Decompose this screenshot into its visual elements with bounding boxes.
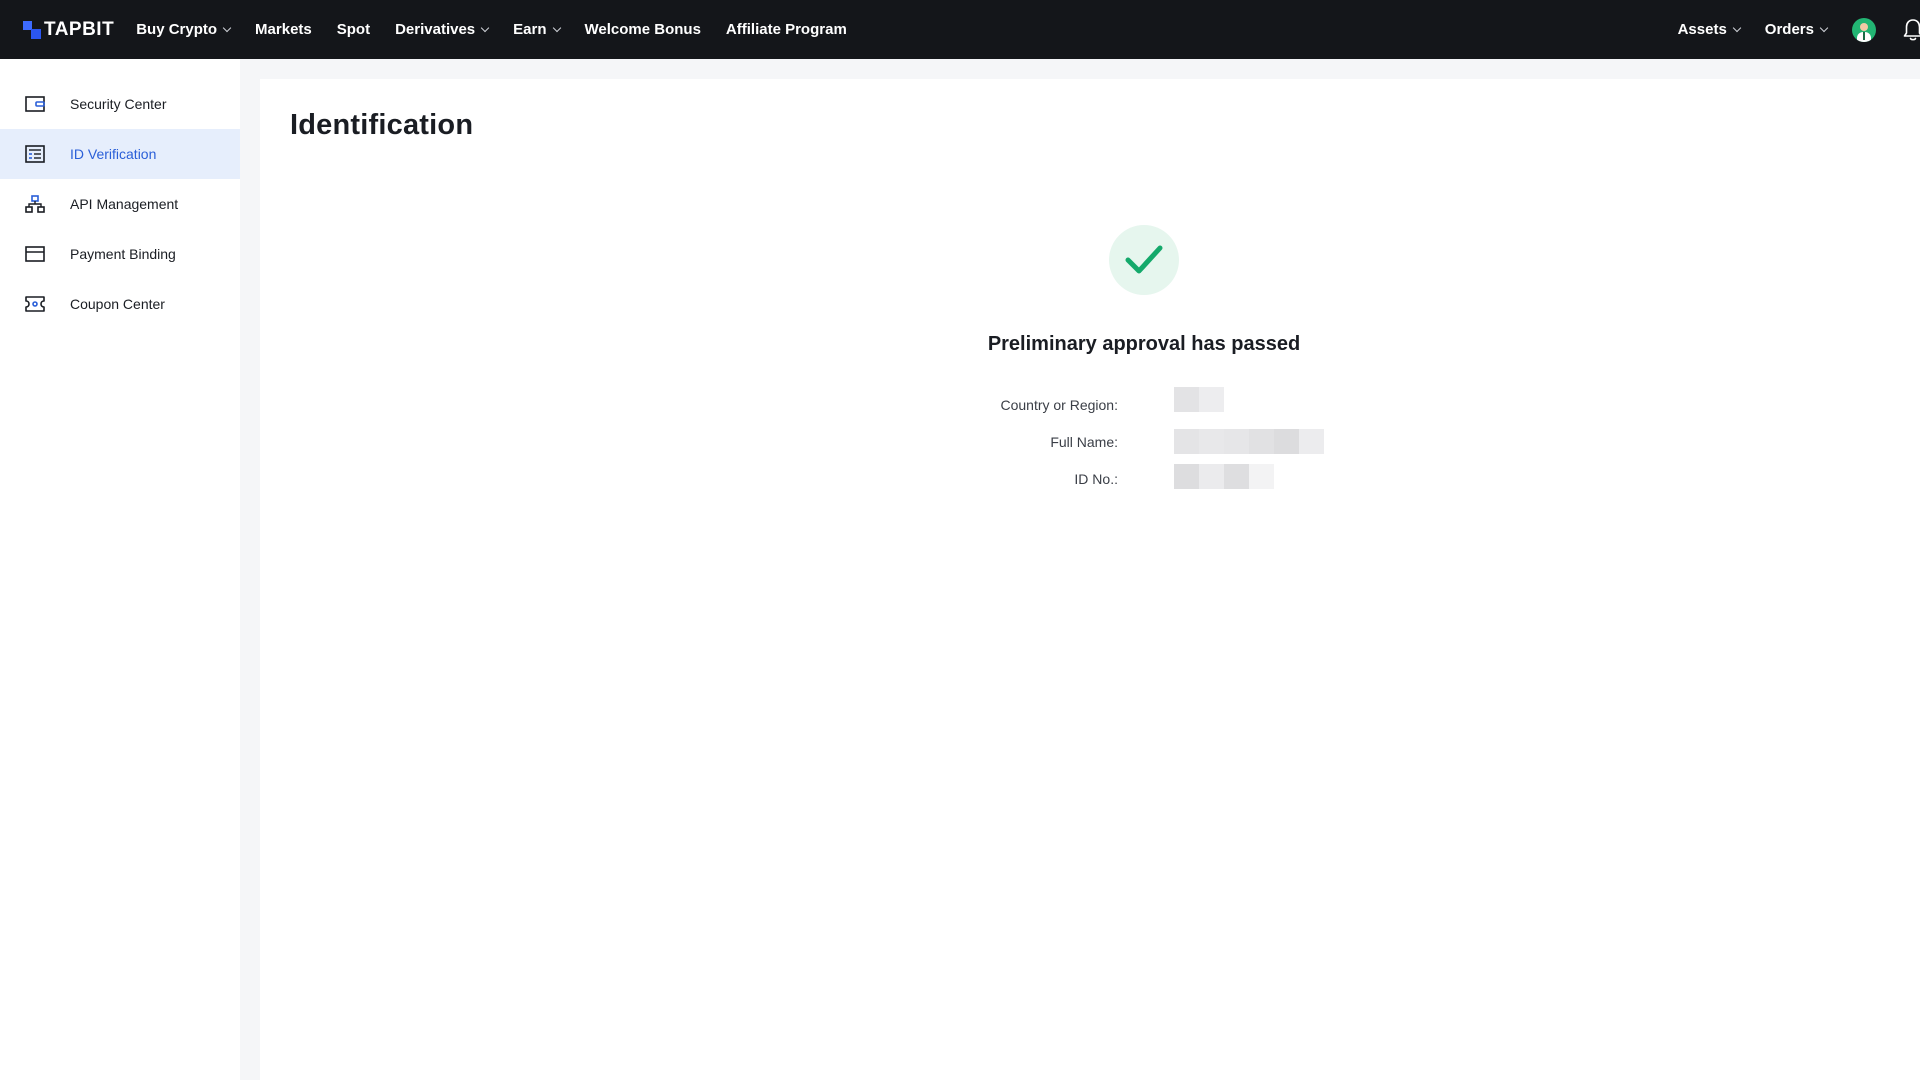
sidebar-item-label: Security Center [70, 96, 167, 112]
nav-label: Orders [1764, 21, 1814, 38]
sidebar-item-id-verification[interactable]: ID Verification [0, 129, 240, 179]
page-title: Identification [290, 109, 474, 141]
sidebar: Security Center ID Verification API Mana… [0, 59, 240, 1080]
main-nav: Buy Crypto Markets Spot Derivatives Earn… [136, 0, 872, 59]
sidebar-item-security-center[interactable]: Security Center [0, 79, 240, 129]
chevron-down-icon [480, 23, 490, 32]
card-icon [24, 243, 46, 265]
redacted-value [1174, 429, 1324, 454]
nav-label: Welcome Bonus [584, 21, 701, 38]
nav-spot[interactable]: Spot [337, 21, 370, 38]
logo-text: TAPBIT [44, 18, 115, 40]
sidebar-item-api-management[interactable]: API Management [0, 179, 240, 229]
nav-assets[interactable]: Assets [1677, 21, 1742, 38]
sidebar-item-label: Payment Binding [70, 246, 176, 262]
info-label: Full Name: [1050, 434, 1118, 450]
nav-markets[interactable]: Markets [255, 21, 312, 38]
tapbit-logo[interactable]: TAPBIT [23, 0, 114, 59]
nav-label: Markets [255, 21, 312, 38]
main-panel: Identification Preliminary approval has … [260, 79, 1920, 1080]
sidebar-item-payment-binding[interactable]: Payment Binding [0, 229, 240, 279]
sidebar-item-coupon-center[interactable]: Coupon Center [0, 279, 240, 329]
sidebar-item-label: ID Verification [70, 146, 157, 162]
redacted-value [1174, 387, 1224, 412]
nav-label: Buy Crypto [136, 21, 218, 38]
check-icon [1109, 225, 1179, 295]
chevron-down-icon [552, 23, 561, 32]
nav-label: Assets [1677, 21, 1727, 38]
nav-buy-crypto[interactable]: Buy Crypto [136, 21, 232, 38]
chevron-down-icon [1819, 23, 1829, 32]
status-title: Preliminary approval has passed [987, 333, 1301, 355]
top-navbar: TAPBIT Buy Crypto Markets Spot Derivativ… [0, 0, 1920, 59]
user-avatar-icon[interactable] [1852, 17, 1876, 42]
chevron-down-icon [222, 23, 232, 32]
info-label: Country or Region: [1000, 397, 1118, 413]
nav-affiliate-program[interactable]: Affiliate Program [726, 21, 847, 38]
nav-derivatives[interactable]: Derivatives [395, 21, 490, 38]
info-label: ID No.: [1074, 471, 1118, 487]
id-card-icon [24, 143, 46, 165]
info-row-country: Country or Region: [260, 387, 1920, 418]
info-row-full-name: Full Name: [260, 429, 1920, 455]
nav-welcome-bonus[interactable]: Welcome Bonus [585, 21, 701, 38]
nav-label: Earn [513, 21, 547, 38]
nav-orders[interactable]: Orders [1764, 21, 1829, 38]
bell-icon[interactable] [1902, 18, 1920, 42]
nav-label: Affiliate Program [725, 21, 847, 38]
chevron-down-icon [1732, 23, 1742, 32]
sidebar-item-label: API Management [70, 196, 179, 212]
redacted-value [1174, 464, 1274, 489]
info-row-id-no: ID No.: [260, 464, 1920, 492]
nav-label: Derivatives [395, 21, 476, 38]
logo-mark-icon [23, 20, 41, 39]
wallet-icon [24, 93, 46, 115]
nav-label: Spot [336, 21, 371, 38]
ticket-icon [24, 293, 46, 315]
sidebar-item-label: Coupon Center [70, 296, 165, 312]
nav-earn[interactable]: Earn [513, 21, 561, 38]
nav-right-group: Assets Orders [1678, 0, 1920, 59]
network-icon [24, 193, 46, 215]
